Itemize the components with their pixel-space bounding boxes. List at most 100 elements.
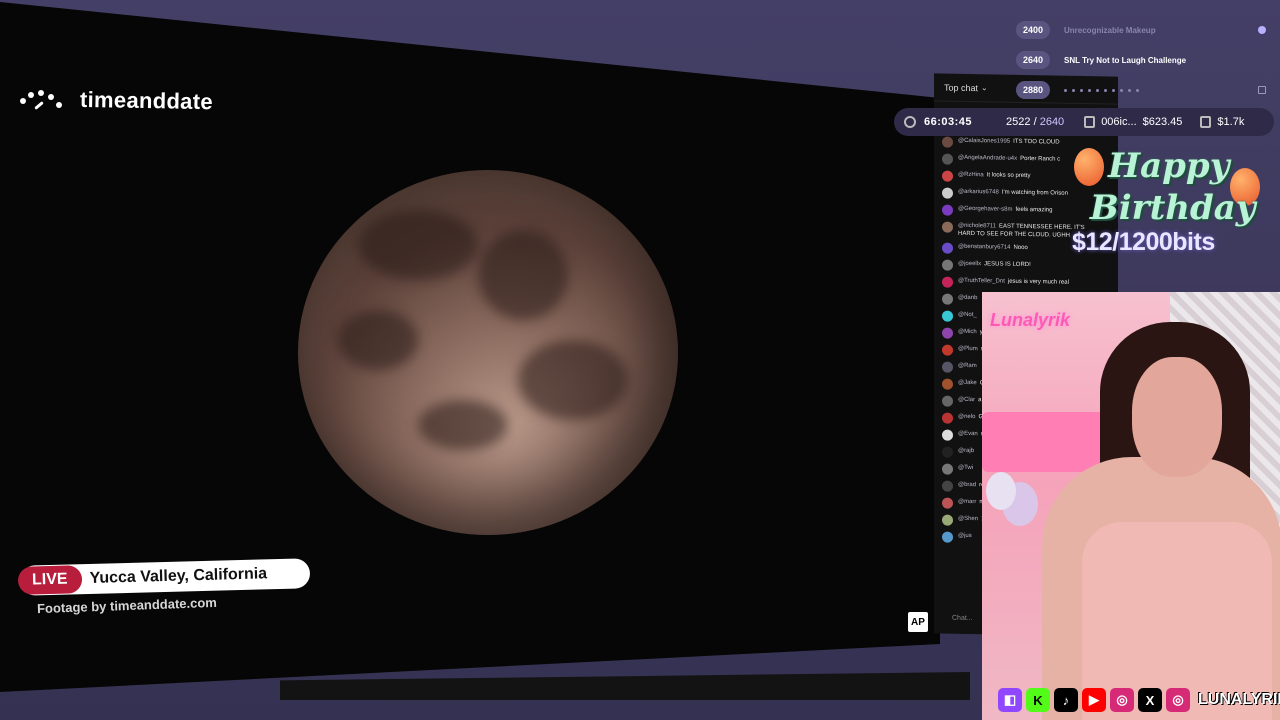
- chat-username[interactable]: @marr: [958, 499, 976, 505]
- streamer-face: [1132, 357, 1222, 477]
- chat-message-text: @Ram: [958, 362, 980, 370]
- chat-text: ITS TOO CLOUD: [1013, 138, 1060, 146]
- avatar[interactable]: [942, 497, 953, 509]
- counter-separator: /: [1030, 116, 1040, 128]
- chat-message-text: @TruthTeller_Dnt jesus is very much real: [958, 277, 1069, 287]
- chat-username[interactable]: @nichole8711: [958, 223, 996, 230]
- avatar[interactable]: [942, 259, 953, 271]
- chat-username[interactable]: @Evan: [958, 431, 978, 437]
- goal-item: 2400 Unrecognizable Makeup: [1016, 20, 1276, 40]
- x-icon[interactable]: X: [1138, 688, 1162, 712]
- chat-username[interactable]: @joeellx: [958, 261, 981, 267]
- live-location-bar: LIVE Yucca Valley, California: [17, 558, 311, 596]
- wallet-icon: [1084, 116, 1096, 128]
- instagram-icon[interactable]: ◎: [1166, 688, 1190, 712]
- chat-text: Porter Ranch c: [1020, 155, 1061, 163]
- video-frame[interactable]: timeanddate LIVE Yucca Valley, Californi…: [0, 0, 940, 693]
- wallet-icon: [1200, 116, 1212, 128]
- goal-number: 2640: [1016, 51, 1050, 69]
- chat-username[interactable]: @Mich: [958, 329, 977, 335]
- chat-message: @TruthTeller_Dnt jesus is very much real: [942, 276, 1112, 292]
- chat-text: It looks so pretty: [986, 172, 1031, 180]
- chat-message-text: @arkarius6748 I'm watching from Orison: [958, 188, 1068, 198]
- lock-icon: [1258, 86, 1266, 94]
- youtube-icon[interactable]: ▶: [1082, 688, 1106, 712]
- chat-username[interactable]: @Plum: [958, 346, 978, 352]
- chat-username[interactable]: @rajb: [958, 448, 974, 454]
- video-panel: timeanddate LIVE Yucca Valley, Californi…: [0, 0, 940, 720]
- chat-text: Nooo: [1013, 244, 1028, 252]
- avatar[interactable]: [942, 204, 953, 216]
- chat-username[interactable]: @nelo: [958, 414, 975, 420]
- donation-total: $623.45: [1142, 116, 1183, 128]
- chat-username[interactable]: @CalaisJones1995: [958, 138, 1010, 145]
- chat-username[interactable]: @AngelaAndrade-u4x: [958, 155, 1017, 162]
- goal-item: 2880: [1016, 80, 1276, 100]
- avatar[interactable]: [942, 344, 953, 356]
- instagram-icon[interactable]: ◎: [1110, 688, 1134, 712]
- footage-credit: Footage by timeanddate.com: [36, 594, 218, 617]
- chat-username[interactable]: @jus: [958, 533, 972, 539]
- avatar[interactable]: [942, 514, 953, 526]
- moon-image: [298, 170, 678, 535]
- chat-username[interactable]: @Jake: [958, 380, 977, 386]
- stream-overlay: timeanddate LIVE Yucca Valley, Californi…: [0, 0, 1280, 720]
- chat-message-text: @CalaisJones1995 ITS TOO CLOUD: [958, 137, 1060, 147]
- chat-message-text: @AngelaAndrade-u4x Porter Ranch c: [958, 154, 1060, 164]
- avatar[interactable]: [942, 221, 953, 233]
- goal-number: 2400: [1016, 21, 1050, 39]
- avatar[interactable]: [942, 446, 953, 458]
- stream-timer: 66:03:45: [924, 116, 973, 128]
- chat-text: jesus is very much real: [1007, 278, 1069, 286]
- avatar[interactable]: [942, 463, 953, 475]
- avatar[interactable]: [942, 531, 953, 543]
- chat-username[interactable]: @benstanbury6714: [958, 244, 1010, 251]
- avatar[interactable]: [942, 153, 953, 165]
- twitch-icon[interactable]: ◧: [998, 688, 1022, 712]
- chat-username[interactable]: @Not_: [958, 312, 977, 318]
- avatar[interactable]: [942, 480, 953, 492]
- goal-counter: 2522 / 2640: [1006, 116, 1064, 128]
- chat-mode-label: Top chat: [944, 82, 979, 93]
- chat-username[interactable]: @RzHina: [958, 172, 984, 178]
- avatar[interactable]: [942, 242, 953, 254]
- chat-username[interactable]: @Ram: [958, 363, 977, 369]
- chat-username[interactable]: @Clar: [958, 397, 975, 403]
- counter-goal: 2640: [1039, 116, 1065, 128]
- avatar[interactable]: [942, 327, 953, 339]
- avatar[interactable]: [942, 395, 953, 407]
- avatar[interactable]: [942, 170, 953, 182]
- total-raised: $1.7k: [1217, 116, 1245, 128]
- chat-username[interactable]: @Shen: [958, 516, 978, 522]
- chevron-down-icon[interactable]: ⌄: [981, 83, 988, 92]
- balloon-icon: [1074, 148, 1104, 186]
- chat-username[interactable]: @Georgehaver-s8m: [958, 206, 1012, 213]
- balloon: [986, 472, 1016, 510]
- stats-bar: 66:03:45 2522 / 2640 006ic... $623.45 $1…: [894, 108, 1274, 136]
- tiktok-icon[interactable]: ♪: [1054, 688, 1078, 712]
- chat-username[interactable]: @arkarius6748: [958, 189, 999, 196]
- avatar[interactable]: [942, 187, 953, 199]
- location-label: Yucca Valley, California: [89, 565, 268, 587]
- avatar[interactable]: [942, 310, 953, 322]
- chat-text: JESUS IS LORD!: [984, 261, 1031, 269]
- chat-message-text: @Not_: [958, 311, 980, 319]
- chat-username[interactable]: @brad: [958, 482, 976, 488]
- webcam-feed: Lunalyrik: [982, 292, 1280, 720]
- neon-sign: Lunalyrik: [990, 310, 1071, 330]
- avatar[interactable]: [942, 276, 953, 288]
- chat-username[interactable]: @Twi: [958, 465, 973, 471]
- avatar[interactable]: [942, 293, 953, 305]
- chat-username[interactable]: @TruthTeller_Dnt: [958, 278, 1005, 285]
- chat-username[interactable]: @danb: [958, 295, 977, 301]
- chat-message-text: @joeellx JESUS IS LORD!: [958, 260, 1031, 269]
- birthday-banner: Happy Birthday $12/1200bits: [1070, 140, 1270, 260]
- avatar[interactable]: [942, 136, 953, 148]
- avatar[interactable]: [942, 378, 953, 390]
- chat-message-text: @rajb: [958, 447, 977, 455]
- avatar[interactable]: [942, 361, 953, 373]
- avatar[interactable]: [942, 429, 953, 441]
- chat-message-text: @Twi: [958, 464, 976, 472]
- kick-icon[interactable]: K: [1026, 688, 1050, 712]
- avatar[interactable]: [942, 412, 953, 424]
